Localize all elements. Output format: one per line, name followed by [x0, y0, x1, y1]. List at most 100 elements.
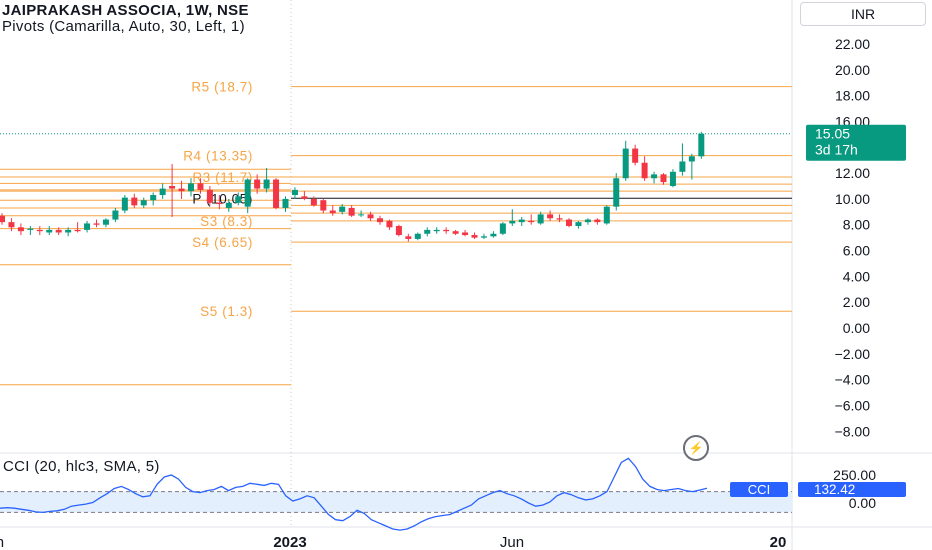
pivot-label: R3 (11.7) [192, 170, 253, 185]
cci-band [0, 491, 792, 513]
candle-body [225, 202, 232, 208]
price-tick-label: 10.00 [835, 191, 870, 207]
time-axis-label: Jun [0, 534, 4, 550]
candle-body [537, 214, 544, 224]
candle-body [518, 219, 525, 223]
candle-body [679, 161, 686, 172]
lightning-icon[interactable]: ⚡ [683, 435, 709, 461]
candle-body [490, 233, 497, 237]
price-tick-label: 20.00 [835, 62, 870, 78]
candle-body [55, 229, 62, 233]
candle-body [414, 233, 421, 239]
candle-body [8, 222, 15, 228]
candle-body [74, 229, 81, 232]
candle-body [698, 133, 705, 157]
bar-countdown: 3d 17h [815, 142, 858, 158]
candle-body [509, 220, 516, 224]
currency-selector[interactable]: INR [800, 2, 926, 26]
price-tick-label: 8.00 [843, 217, 870, 233]
candle-body [367, 214, 374, 219]
candle-body [65, 229, 72, 233]
candle-body [93, 223, 100, 225]
pivot-label: S3 (8.3) [200, 214, 253, 229]
candle-body [310, 198, 317, 206]
time-axis-label: 2023 [273, 534, 306, 550]
candle-body [169, 186, 176, 189]
candle-body [566, 219, 572, 227]
candle-body [102, 219, 109, 225]
price-tick-label: 18.00 [835, 88, 870, 104]
cci-tick-label: 0.00 [849, 495, 876, 511]
candle-body [395, 226, 402, 236]
indicator-legend-pivots[interactable]: Pivots (Camarilla, Auto, 30, Left, 1) [2, 18, 245, 35]
candle-body [433, 229, 440, 232]
current-pivot-lines: R5 (18.7) R4 (13.35) R3 (11.7) S4 (6.65) S3 … [0, 80, 792, 319]
candle-body [27, 228, 34, 230]
candle-body [405, 236, 412, 239]
candle-body [112, 210, 119, 220]
candle-body [377, 218, 383, 223]
time-axis-label: 20 [770, 534, 787, 550]
time-axis-label: Jun [500, 534, 524, 550]
cci-tick-label: 250.00 [833, 467, 876, 483]
candle-body [17, 227, 24, 232]
candle-body [301, 196, 308, 199]
candle-body [254, 179, 261, 189]
price-tick-label: 4.00 [843, 268, 870, 284]
pivot-label: S5 (1.3) [200, 304, 253, 319]
candle-body [46, 229, 53, 233]
candle-body [329, 210, 336, 214]
candle-body [273, 179, 280, 208]
candle-body [348, 207, 355, 216]
candle-body [641, 162, 648, 179]
candle-body [320, 200, 327, 211]
candle-body [471, 235, 478, 238]
candle-body [462, 232, 469, 236]
pivot-label: P (10.05) [192, 191, 253, 206]
candle-body [36, 229, 43, 232]
candle-body [84, 223, 91, 230]
candle-body [0, 215, 5, 223]
candle-body [282, 198, 289, 208]
price-axis: 22.0020.0018.0016.0014.0012.0010.008.006… [806, 36, 906, 439]
chart-title: JAIPRAKASH ASSOCIA, 1W, NSE [2, 2, 249, 19]
time-axis: Jun 2023 Jun 20 [0, 534, 786, 550]
candle-body [443, 229, 450, 232]
price-tick-label: 2.00 [843, 294, 870, 310]
candle-body [528, 220, 535, 223]
candle-body [244, 179, 251, 207]
candle-body [197, 183, 204, 190]
last-price-value: 15.05 [815, 126, 850, 142]
candle-body [622, 148, 629, 179]
candle-body [584, 219, 591, 223]
price-tick-label: 0.00 [843, 320, 870, 336]
candle-body [556, 218, 563, 220]
candle-body [603, 206, 610, 224]
pivot-label: R4 (13.35) [183, 149, 253, 164]
candle-body [575, 222, 582, 227]
cci-value-label: 132.42 [814, 482, 855, 497]
candle-body [660, 174, 667, 183]
candlestick-series [0, 131, 705, 242]
candle-body [547, 214, 554, 219]
price-tick-label: −2.00 [835, 346, 871, 362]
candle-body [291, 189, 298, 196]
candle-body [452, 231, 459, 234]
candle-body [140, 200, 147, 206]
candle-body [651, 174, 658, 179]
price-tick-label: 12.00 [835, 165, 870, 181]
price-tick-label: −6.00 [835, 397, 871, 413]
candle-body [613, 178, 620, 207]
pivot-label: S4 (6.65) [192, 235, 253, 250]
candle-body [358, 214, 365, 216]
candle-body [206, 189, 213, 203]
candle-body [669, 171, 676, 186]
indicator-legend-cci[interactable]: CCI (20, hlc3, SMA, 5) [3, 458, 160, 475]
candle-body [159, 188, 166, 196]
candle-body [178, 188, 185, 192]
candle-body [499, 223, 506, 234]
candle-body [263, 179, 270, 189]
candle-body [594, 219, 601, 223]
cci-name-label: CCI [748, 482, 770, 497]
candle-body [216, 202, 223, 205]
